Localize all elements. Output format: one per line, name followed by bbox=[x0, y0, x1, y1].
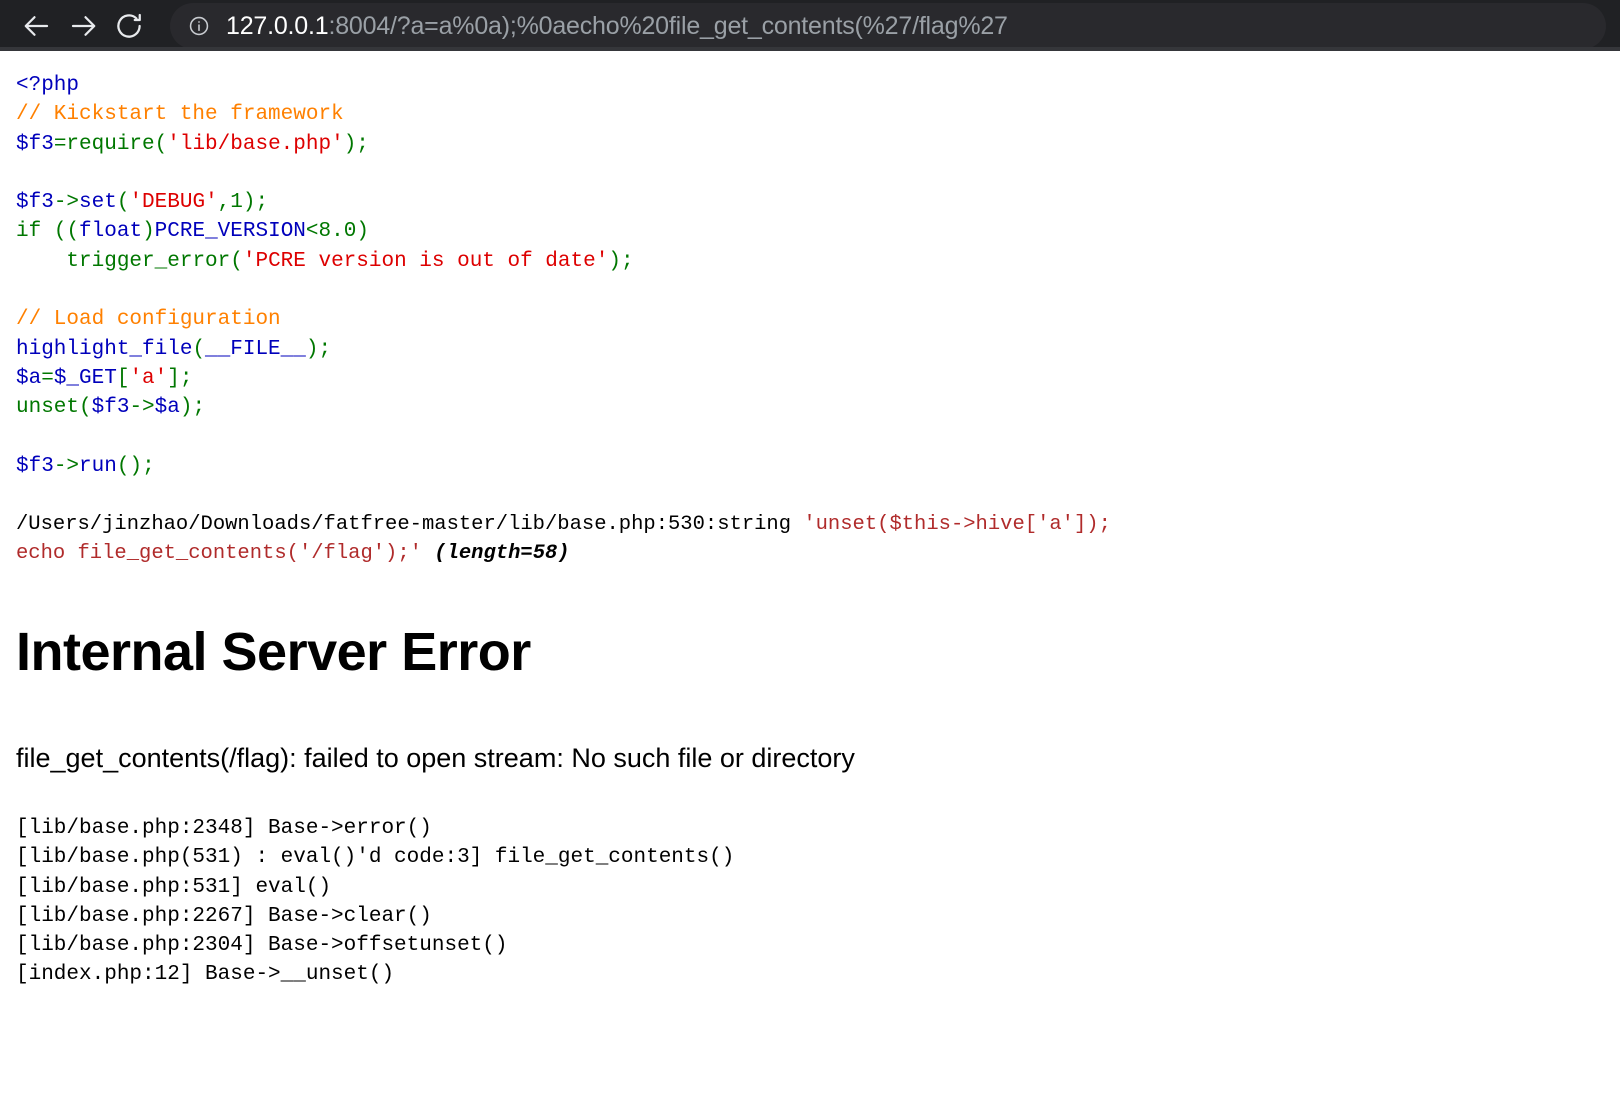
code-token: highlight_file bbox=[16, 337, 193, 361]
code-token: ) bbox=[305, 337, 319, 361]
code-token: ; bbox=[142, 454, 155, 478]
back-button[interactable] bbox=[14, 3, 60, 49]
forward-arrow-icon bbox=[68, 11, 98, 41]
code-line: if ((float)PCRE_VERSION<8.0) bbox=[16, 217, 1604, 246]
code-token: $f3 bbox=[16, 132, 54, 156]
code-token: ; bbox=[620, 249, 634, 273]
browser-toolbar: 127.0.0.1:8004/?a=a%0a);%0aecho%20file_g… bbox=[0, 0, 1620, 51]
code-token: [ bbox=[116, 366, 130, 390]
site-info-icon[interactable] bbox=[188, 15, 210, 37]
code-line: // Kickstart the framework bbox=[16, 100, 1604, 129]
code-line: trigger_error('PCRE version is out of da… bbox=[16, 247, 1604, 276]
code-line: unset($f3->$a); bbox=[16, 393, 1604, 422]
code-line: $f3->set('DEBUG',1); bbox=[16, 188, 1604, 217]
code-line: // Load configuration bbox=[16, 305, 1604, 334]
code-token: ; bbox=[179, 366, 193, 390]
code-token: ( bbox=[230, 249, 243, 273]
url-host: 127.0.0.1 bbox=[226, 11, 329, 40]
code-token: > bbox=[142, 396, 155, 420]
code-token: ) bbox=[343, 132, 357, 156]
code-token: <?php bbox=[16, 74, 80, 97]
code-token: $a bbox=[154, 396, 180, 420]
var-dump-output: /Users/jinzhao/Downloads/fatfree-master/… bbox=[16, 481, 1604, 569]
code-token: $f3 bbox=[16, 454, 54, 478]
code-token: $f3 bbox=[16, 191, 54, 215]
code-token: = bbox=[41, 366, 54, 390]
code-token: // Load configuration bbox=[16, 308, 281, 332]
code-token: ( bbox=[116, 454, 130, 478]
forward-button[interactable] bbox=[60, 3, 106, 49]
error-message: file_get_contents(/flag): failed to open… bbox=[16, 742, 855, 773]
code-token: ( bbox=[116, 191, 130, 215]
code-token: > bbox=[66, 454, 80, 478]
error-stack-trace: [lib/base.php:2348] Base->error() [lib/b… bbox=[16, 816, 735, 987]
code-token: ) bbox=[142, 220, 155, 244]
code-token: 1 bbox=[230, 191, 243, 215]
code-token: 'a' bbox=[129, 366, 168, 390]
code-token: ( bbox=[192, 337, 206, 361]
code-line: highlight_file(__FILE__); bbox=[16, 335, 1604, 364]
page-content: <?php// Kickstart the framework $f3=requi… bbox=[0, 51, 1620, 990]
code-token: 'PCRE version is out of date' bbox=[242, 249, 609, 273]
code-token: ] bbox=[167, 366, 180, 390]
code-line: <?php bbox=[16, 71, 1604, 100]
code-token: __FILE__ bbox=[205, 337, 306, 361]
code-token: ; bbox=[192, 396, 206, 420]
reload-button[interactable] bbox=[106, 3, 152, 49]
code-token: > bbox=[66, 191, 80, 215]
code-line: $f3=require('lib/base.php'); bbox=[16, 130, 1604, 159]
code-token: ; bbox=[356, 132, 369, 156]
var-dump-length: (length=58) bbox=[434, 542, 570, 566]
toolbar-bottom-edge bbox=[0, 47, 1620, 51]
code-token: - bbox=[129, 396, 143, 420]
code-token: ( bbox=[154, 132, 168, 156]
code-token: - bbox=[53, 454, 67, 478]
code-token: $a bbox=[16, 366, 42, 390]
code-token: 'DEBUG' bbox=[129, 191, 218, 215]
code-token: , bbox=[217, 191, 231, 215]
code-token: ) bbox=[179, 396, 193, 420]
php-source-listing: <?php// Kickstart the framework $f3=requi… bbox=[16, 51, 1604, 481]
error-title: Internal Server Error bbox=[16, 621, 531, 682]
code-token: - bbox=[53, 191, 67, 215]
code-token: = bbox=[53, 132, 67, 156]
code-token: < bbox=[305, 220, 319, 244]
code-token: $f3 bbox=[91, 396, 130, 420]
code-token: unset bbox=[16, 396, 80, 420]
code-token: ( bbox=[79, 396, 92, 420]
code-token: 0 bbox=[343, 220, 357, 244]
code-token: ) bbox=[129, 454, 143, 478]
code-token: 'lib/base.php' bbox=[167, 132, 344, 156]
code-token: ) bbox=[356, 220, 369, 244]
code-token: ( bbox=[53, 220, 67, 244]
code-token: ( bbox=[66, 220, 80, 244]
reload-icon bbox=[114, 11, 144, 41]
url-path: :8004/?a=a%0a);%0aecho%20file_get_conten… bbox=[328, 11, 1008, 40]
url-text: 127.0.0.1:8004/?a=a%0a);%0aecho%20file_g… bbox=[226, 3, 1008, 49]
back-arrow-icon bbox=[22, 11, 52, 41]
code-token: run bbox=[79, 454, 117, 478]
code-token: ; bbox=[255, 191, 269, 215]
code-line: $a=$_GET['a']; bbox=[16, 364, 1604, 393]
code-token: . bbox=[331, 220, 344, 244]
code-token: ; bbox=[318, 337, 332, 361]
var-dump-location: /Users/jinzhao/Downloads/fatfree-master/… bbox=[16, 513, 804, 537]
address-bar[interactable]: 127.0.0.1:8004/?a=a%0a);%0aecho%20file_g… bbox=[170, 2, 1606, 49]
code-token: ) bbox=[608, 249, 621, 273]
code-token: $_GET bbox=[53, 366, 117, 390]
code-token: trigger_error bbox=[66, 249, 231, 273]
code-token: 8 bbox=[318, 220, 332, 244]
code-token: ) bbox=[242, 191, 256, 215]
code-token: require bbox=[66, 132, 155, 156]
code-token: float bbox=[79, 220, 143, 244]
code-token: set bbox=[79, 191, 117, 215]
code-token: // Kickstart the framework bbox=[16, 103, 344, 127]
code-token: if bbox=[16, 220, 42, 244]
code-token: PCRE_VERSION bbox=[154, 220, 306, 244]
code-line: $f3->run(); bbox=[16, 452, 1604, 481]
